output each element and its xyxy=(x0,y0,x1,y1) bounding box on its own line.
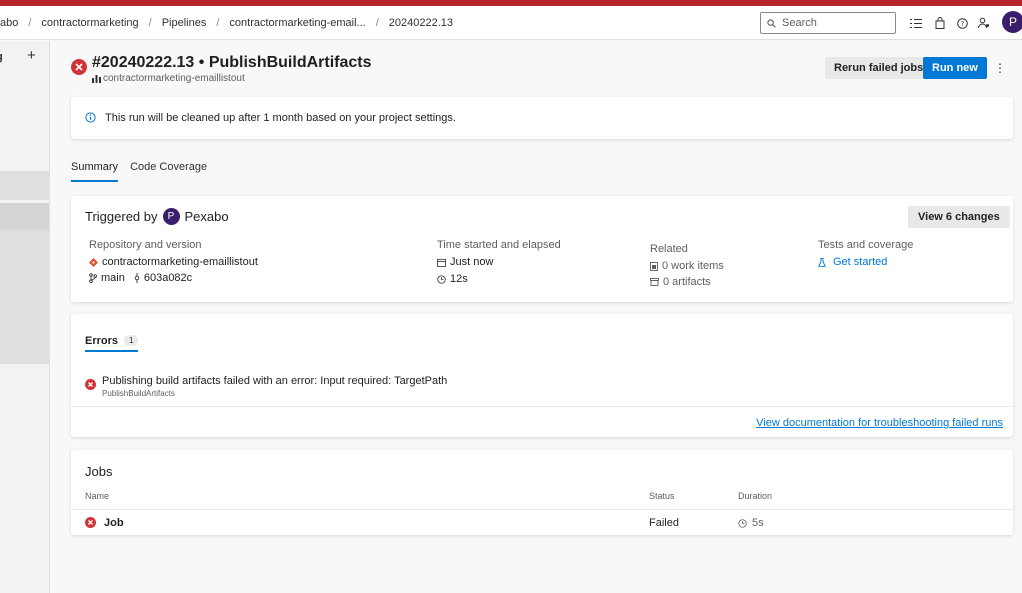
run-tabs: Summary Code Coverage xyxy=(71,160,207,182)
breadcrumb-separator: / xyxy=(216,17,220,29)
retention-info-banner: This run will be cleaned up after 1 mont… xyxy=(71,97,1013,139)
task-list-icon[interactable] xyxy=(908,15,924,31)
sidebar-item-selected[interactable] xyxy=(0,203,49,230)
user-settings-icon[interactable] xyxy=(976,15,992,31)
shopping-bag-icon[interactable] xyxy=(932,15,948,31)
branch-name[interactable]: main xyxy=(101,272,125,284)
triggered-user-name[interactable]: Pexabo xyxy=(185,209,229,224)
repository-link[interactable]: contractormarketing-emaillistout xyxy=(89,254,258,270)
get-started-text: Get started xyxy=(833,256,888,268)
tab-code-coverage[interactable]: Code Coverage xyxy=(130,160,207,182)
error-message[interactable]: Publishing build artifacts failed with a… xyxy=(102,375,447,387)
sidebar-add-button[interactable]: + xyxy=(27,47,36,64)
artifact-icon xyxy=(650,278,659,286)
tab-summary[interactable]: Summary xyxy=(71,160,119,182)
breadcrumb-separator: / xyxy=(28,17,32,29)
branch-icon xyxy=(89,273,97,283)
top-bar: abo / contractormarketing / Pipelines / … xyxy=(0,6,1022,40)
artifacts-count: 0 artifacts xyxy=(663,276,711,288)
breadcrumb: abo / contractormarketing / Pipelines / … xyxy=(0,6,453,40)
commit-hash[interactable]: 603a082c xyxy=(144,272,192,284)
info-icon xyxy=(85,112,96,123)
search-placeholder: Search xyxy=(782,17,817,29)
run-repo-name[interactable]: contractormarketing-emaillistout xyxy=(103,73,245,84)
retention-info-text: This run will be cleaned up after 1 mont… xyxy=(105,112,456,124)
time-elapsed-row: 12s xyxy=(437,271,561,287)
time-header: Time started and elapsed xyxy=(437,239,561,251)
triggered-by: Triggered by P Pexabo xyxy=(85,208,229,225)
clock-icon xyxy=(738,518,747,528)
jobs-column-status: Status xyxy=(649,491,675,501)
triggered-user-avatar: P xyxy=(162,208,180,225)
jobs-title: Jobs xyxy=(85,464,113,479)
error-icon xyxy=(85,379,96,390)
run-new-button[interactable]: Run new xyxy=(923,57,987,79)
error-source: PublishBuildArtifacts xyxy=(102,389,175,398)
jobs-divider xyxy=(71,509,1013,510)
artifacts-row[interactable]: 0 artifacts xyxy=(650,274,724,290)
breadcrumb-organization[interactable]: abo xyxy=(0,17,18,29)
errors-card: Errors 1 Publishing build artifacts fail… xyxy=(71,314,1013,437)
errors-tab[interactable]: Errors 1 xyxy=(85,331,139,352)
work-item-icon xyxy=(650,261,658,271)
time-started-row: Just now xyxy=(437,254,561,270)
breadcrumb-run[interactable]: 20240222.13 xyxy=(389,17,453,29)
time-elapsed: 12s xyxy=(450,273,468,285)
troubleshooting-docs-link[interactable]: View documentation for troubleshooting f… xyxy=(756,417,1003,429)
sidebar: g + xyxy=(0,41,50,593)
commit-icon xyxy=(134,273,140,283)
sidebar-project-label[interactable]: g xyxy=(0,51,3,63)
errors-count-badge: 1 xyxy=(124,335,139,346)
summary-card: Triggered by P Pexabo View 6 changes Rep… xyxy=(71,196,1013,302)
time-column: Time started and elapsed Just now 12s xyxy=(437,239,561,287)
repository-name: contractormarketing-emaillistout xyxy=(102,256,258,268)
work-items-row[interactable]: 0 work items xyxy=(650,258,724,274)
errors-tab-label: Errors xyxy=(85,334,119,347)
branch-commit-row: main 603a082c xyxy=(89,270,258,286)
job-name[interactable]: Job xyxy=(104,517,124,529)
user-avatar[interactable]: P xyxy=(1002,11,1022,33)
errors-divider xyxy=(71,406,1013,407)
failed-status-icon xyxy=(71,59,87,75)
main-content: #20240222.13 • PublishBuildArtifacts con… xyxy=(50,41,1022,593)
svg-text:?: ? xyxy=(960,20,964,28)
breadcrumb-project[interactable]: contractormarketing xyxy=(41,17,138,29)
job-failed-icon xyxy=(85,517,96,528)
related-header: Related xyxy=(650,243,688,255)
repository-column: Repository and version contractormarketi… xyxy=(89,239,258,286)
run-title: #20240222.13 • PublishBuildArtifacts xyxy=(92,54,372,71)
calendar-icon xyxy=(437,258,446,267)
more-actions-icon[interactable]: ⋮ xyxy=(994,61,1006,75)
job-duration-value: 5s xyxy=(752,517,764,529)
test-beaker-icon xyxy=(818,257,826,267)
help-icon[interactable]: ? xyxy=(954,15,970,31)
rerun-failed-jobs-button[interactable]: Rerun failed jobs xyxy=(825,57,933,79)
breadcrumb-pipelines[interactable]: Pipelines xyxy=(162,17,207,29)
repository-icon xyxy=(92,74,101,83)
sidebar-submenu[interactable] xyxy=(0,230,49,364)
tests-column: Tests and coverage Get started xyxy=(818,239,913,270)
breadcrumb-pipeline[interactable]: contractormarketing-email... xyxy=(229,17,365,29)
breadcrumb-separator: / xyxy=(375,17,379,29)
git-icon xyxy=(89,257,98,267)
tests-header: Tests and coverage xyxy=(818,239,914,251)
work-items-count: 0 work items xyxy=(662,260,724,272)
time-started: Just now xyxy=(450,256,494,268)
search-input[interactable]: Search xyxy=(760,12,896,34)
clock-icon xyxy=(437,274,446,284)
search-icon xyxy=(767,18,776,28)
job-status: Failed xyxy=(649,517,679,529)
triggered-by-label: Triggered by xyxy=(85,209,158,224)
jobs-column-name: Name xyxy=(85,491,110,501)
sidebar-item[interactable] xyxy=(0,171,49,200)
related-column: Related 0 work items 0 artifacts xyxy=(650,239,724,290)
job-duration: 5s xyxy=(738,517,764,529)
breadcrumb-separator: / xyxy=(148,17,152,29)
repository-header: Repository and version xyxy=(89,239,202,251)
get-started-link[interactable]: Get started xyxy=(818,254,913,270)
run-repo-subtitle: contractormarketing-emaillistout xyxy=(92,73,245,84)
jobs-column-duration: Duration xyxy=(738,491,773,501)
view-changes-button[interactable]: View 6 changes xyxy=(908,206,1010,228)
jobs-card: Jobs Name Status Duration Job Failed 5s xyxy=(71,450,1013,535)
